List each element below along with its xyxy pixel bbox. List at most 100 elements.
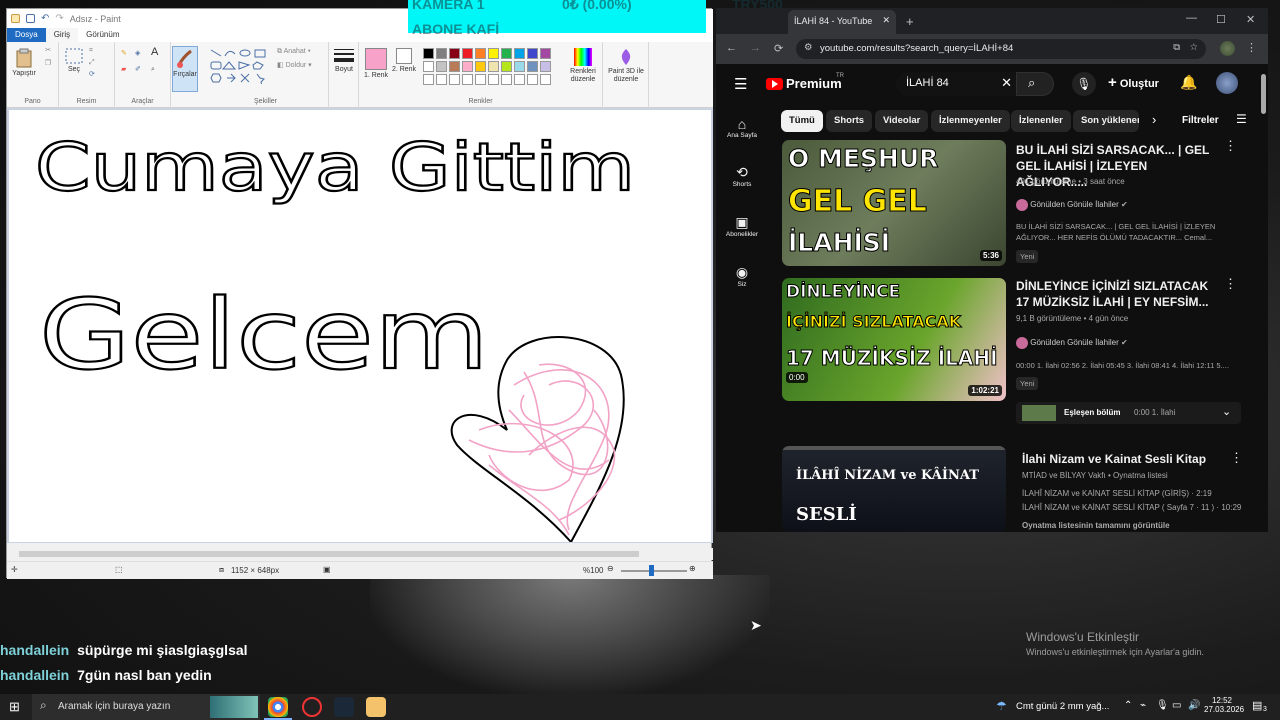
menu-hamburger-icon[interactable]: ☰ [734, 75, 747, 93]
palette-swatch[interactable] [475, 61, 486, 72]
new-tab-icon[interactable]: + [906, 14, 914, 29]
back-icon[interactable]: ← [726, 42, 737, 54]
view-full-playlist-link[interactable]: Oynatma listesinin tamamını görüntüle [1022, 521, 1170, 530]
palette-swatch-empty[interactable] [423, 74, 434, 85]
eraser-icon[interactable]: ▰ [121, 66, 126, 74]
pencil-icon[interactable]: ✎ [121, 50, 127, 58]
display-icon[interactable]: ▭ [1172, 700, 1181, 711]
palette-swatch[interactable] [449, 48, 460, 59]
site-info-icon[interactable]: ⚙ [804, 42, 813, 53]
sidebar-item-you[interactable]: ◉ Siz [716, 264, 768, 288]
filters-icon[interactable]: ☰ [1236, 112, 1247, 126]
chips-next-icon[interactable]: › [1152, 112, 1156, 127]
palette-swatch[interactable] [462, 48, 473, 59]
youtube-logo-text[interactable]: Premium [786, 76, 842, 91]
copy-icon[interactable]: ❐ [41, 60, 55, 68]
palette-swatch[interactable] [501, 48, 512, 59]
taskbar-search-box[interactable]: ⌕ Aramak için buraya yazın [32, 694, 260, 720]
redo-icon[interactable]: ↷ [55, 13, 63, 24]
zoom-in-icon[interactable]: ⊕ [689, 564, 696, 573]
maximize-icon[interactable]: ☐ [1216, 13, 1226, 26]
paste-button[interactable]: Yapıştır [9, 48, 39, 78]
resize-icon[interactable]: ⤢ [89, 59, 95, 67]
palette-swatch-empty[interactable] [488, 74, 499, 85]
crop-icon[interactable]: ⌗ [89, 47, 93, 55]
install-icon[interactable]: ⧉ [1173, 42, 1180, 53]
palette-swatch[interactable] [475, 48, 486, 59]
sidebar-item-home[interactable]: ⌂ Ana Sayfa [716, 116, 768, 139]
size-button[interactable]: Boyut [332, 48, 356, 74]
playlist-item[interactable]: İLAHÎ NİZAM ve KAİNAT SESLİ KİTAP ( Sayf… [1022, 503, 1241, 512]
tray-overflow-icon[interactable]: ⌃ [1124, 700, 1132, 711]
reload-icon[interactable]: ⟳ [774, 42, 783, 55]
palette-swatch-empty[interactable] [527, 74, 538, 85]
zoom-out-icon[interactable]: ⊖ [607, 564, 614, 573]
playlist-thumbnail[interactable]: İLÂHÎ NİZAM ve KÂİNAT SESLİ [782, 446, 1006, 532]
account-avatar[interactable] [1216, 72, 1238, 94]
palette-swatch-empty[interactable] [501, 74, 512, 85]
tab-close-icon[interactable]: ✕ [882, 15, 890, 26]
video-thumbnail[interactable]: O MEŞHUR GEL GEL İLAHİSİ 5:36 [782, 140, 1006, 266]
microphone-icon[interactable]: 🎙 [1156, 700, 1169, 711]
channel-row[interactable]: Gönülden Gönüle İlahiler ✔ [1016, 199, 1128, 211]
video-menu-icon[interactable]: ⋮ [1224, 276, 1237, 292]
matching-chapter-row[interactable]: Eşleşen bölüm 0:00 1. İlahi ⌄ [1016, 402, 1241, 424]
paint3d-button[interactable]: Paint 3D ile düzenle [605, 48, 647, 84]
notification-center-icon[interactable]: ▤ [1252, 699, 1262, 712]
chip-all[interactable]: Tümü [781, 110, 823, 132]
profile-avatar[interactable] [1220, 41, 1235, 56]
palette-swatch[interactable] [540, 61, 551, 72]
clock[interactable]: 12:52 27.03.2026 [1204, 696, 1244, 714]
volume-icon[interactable]: 🔊 [1188, 700, 1200, 711]
weather-text[interactable]: Cmt günü 2 mm yağ... [1016, 701, 1109, 712]
palette-swatch[interactable] [488, 48, 499, 59]
cut-icon[interactable]: ✂ [41, 47, 55, 55]
fill-icon[interactable]: ◈ [135, 50, 140, 58]
palette-swatch-empty[interactable] [540, 74, 551, 85]
palette-swatch-empty[interactable] [475, 74, 486, 85]
window-close-icon[interactable]: ✕ [1246, 13, 1255, 26]
sidebar-item-shorts[interactable]: ⟲ Shorts [716, 164, 768, 188]
chevron-down-icon[interactable]: ⌄ [1222, 405, 1231, 418]
chip-watched[interactable]: İzlenenler [1011, 110, 1071, 132]
page-scrollbar-thumb[interactable] [1261, 74, 1266, 114]
youtube-search-input[interactable]: İLAHİ 84 ✕ [896, 72, 1016, 96]
palette-swatch[interactable] [436, 48, 447, 59]
canvas-horizontal-scrollbar[interactable] [7, 548, 713, 560]
page-scrollbar[interactable] [1260, 64, 1268, 532]
palette-swatch[interactable] [449, 61, 460, 72]
steam-taskbar-icon[interactable] [334, 697, 354, 717]
windows-start-icon[interactable]: ⊞ [9, 699, 20, 715]
chrome-tab-youtube[interactable]: İLAHİ 84 - YouTube ✕ [788, 10, 896, 34]
tab-giris[interactable]: Giriş [45, 28, 79, 42]
playlist-title[interactable]: İlahi Nizam ve Kainat Sesli Kitap [1022, 451, 1222, 467]
edit-colors-button[interactable]: Renkleri düzenle [565, 48, 601, 84]
network-icon[interactable]: ⌁ [1140, 700, 1146, 711]
video-thumbnail[interactable]: DİNLEYİNCE İÇİNİZİ SIZLATACAK 17 MÜZİKSİ… [782, 278, 1006, 401]
palette-swatch[interactable] [501, 61, 512, 72]
search-button[interactable]: ⌕ [1016, 72, 1054, 96]
chip-shorts[interactable]: Shorts [826, 110, 873, 132]
video-menu-icon[interactable]: ⋮ [1224, 138, 1237, 154]
video-title[interactable]: DİNLEYİNCE İÇİNİZİ SIZLATACAK 17 MÜZİKSİ… [1016, 278, 1216, 310]
palette-swatch-empty[interactable] [514, 74, 525, 85]
obs-taskbar-icon[interactable] [302, 697, 322, 717]
minimize-icon[interactable]: — [1186, 12, 1197, 24]
palette-swatch[interactable] [514, 48, 525, 59]
palette-swatch[interactable] [488, 61, 499, 72]
notifications-bell-icon[interactable]: 🔔 [1180, 74, 1197, 91]
zoom-slider-thumb[interactable] [649, 565, 654, 576]
palette-swatch-empty[interactable] [436, 74, 447, 85]
undo-icon[interactable]: ↶ [41, 13, 49, 24]
forward-icon[interactable]: → [750, 42, 761, 54]
outline-button[interactable]: ⧉ Anahat ▾ [277, 48, 311, 56]
chrome-menu-icon[interactable]: ⋮ [1246, 41, 1257, 54]
create-button[interactable]: + Oluştur [1108, 74, 1159, 91]
weather-icon[interactable]: ☂ [996, 699, 1007, 713]
palette-swatch[interactable] [514, 61, 525, 72]
paint-taskbar-icon[interactable] [366, 697, 386, 717]
color-picker-icon[interactable]: ✐ [135, 66, 141, 74]
drawing-canvas[interactable]: Cumaya Gittim Gelcem [9, 110, 711, 542]
palette-swatch[interactable] [540, 48, 551, 59]
voice-search-icon[interactable]: 🎙 [1072, 72, 1096, 96]
